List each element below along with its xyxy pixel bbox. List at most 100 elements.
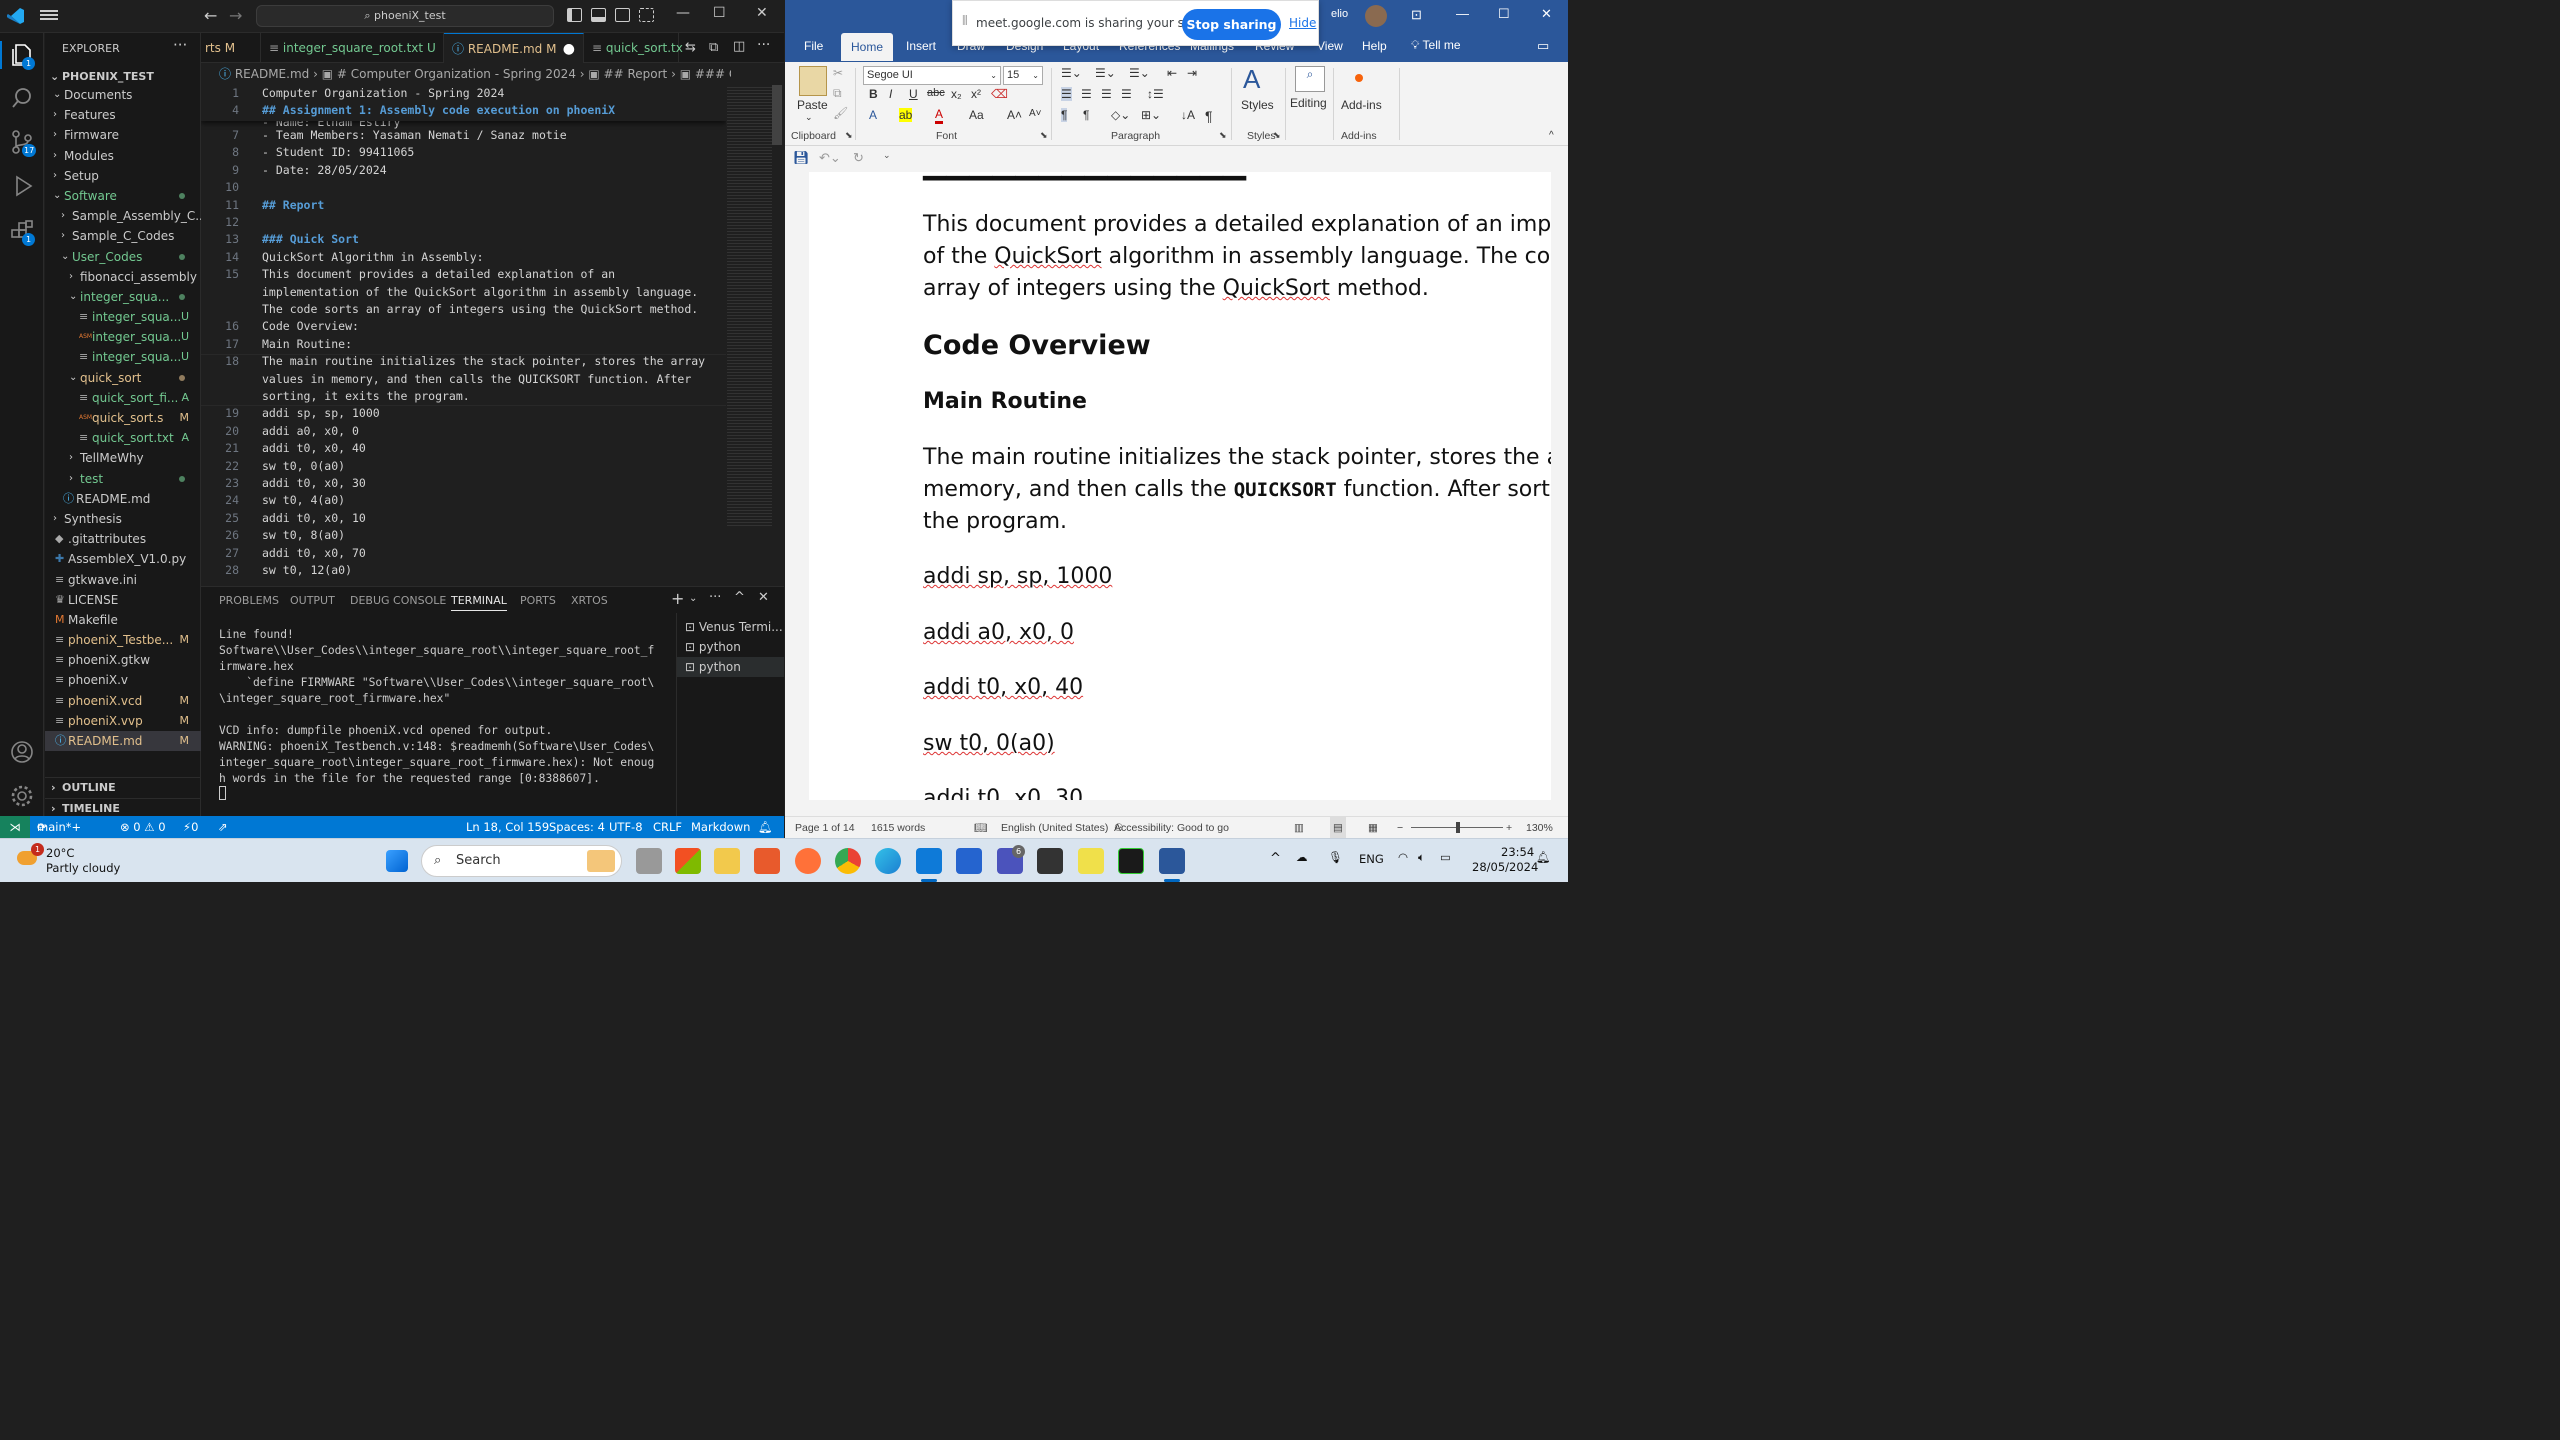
tree-item[interactable]: › Setup [45,166,201,186]
unity-icon[interactable] [1037,848,1063,874]
start-windows-icon[interactable] [386,850,408,872]
comments-icon[interactable]: ▭ [1537,38,1549,54]
code-line[interactable]: addi t0, x0, 70 [262,546,366,560]
remote-icon[interactable]: ⋊ [0,816,30,838]
clear-formatting-icon[interactable]: ⌫ [991,87,1008,101]
zoom-out-icon[interactable]: − [1397,817,1403,838]
tree-item[interactable]: › Sample_C_Codes [45,226,201,246]
close-icon[interactable]: ✕ [756,5,768,21]
vscode-taskbar-icon[interactable] [916,848,942,874]
weather-temp[interactable]: 20°C [46,846,74,860]
code-line[interactable]: addi t0, x0, 40 [262,441,366,455]
dialog-launcher-icon[interactable]: ⬊ [1273,130,1281,141]
edge-icon[interactable] [875,848,901,874]
ribbon-tab-insert[interactable]: Insert [906,39,936,53]
firefox-icon[interactable] [795,848,821,874]
terminal-item[interactable]: ⊡ python [677,637,784,657]
avatar[interactable] [1365,5,1387,27]
taskbar-search[interactable]: ⌕ Search [421,845,622,877]
web-layout-icon[interactable]: ▦ [1368,817,1378,838]
more-actions-icon[interactable]: ··· [757,37,770,53]
todo-icon[interactable] [956,848,982,874]
volume-icon[interactable]: 🔈︎ [1418,850,1425,865]
toggle-primary-sidebar-icon[interactable] [567,8,582,22]
minimize-icon[interactable]: — [1456,6,1469,21]
numbering-icon[interactable]: ☰⌄ [1095,66,1116,80]
problems-status[interactable]: ⊗ 0 ⚠ 0 [120,816,166,838]
zoom-in-icon[interactable]: + [1506,817,1512,838]
highlight-icon[interactable]: ab [899,108,913,122]
tree-item[interactable]: › Sample_Assembly_C... [45,206,201,226]
terminal-output[interactable]: Line found! Software\\User_Codes\\intege… [219,627,659,787]
font-name-select[interactable]: Segoe UI ⌄ [863,66,1001,85]
code-line[interactable]: ## Report [262,198,324,212]
tree-item[interactable]: ≡ phoeniX.vvp M [45,711,201,731]
code-line[interactable]: Code Overview: [262,319,359,333]
font-size-select[interactable]: 15 ⌄ [1003,66,1043,85]
ltr-icon[interactable]: ¶ [1061,108,1068,122]
tree-item[interactable]: ⌄ Documents [45,85,201,105]
document-canvas[interactable]: ▁▁▁▁▁▁▁▁▁▁▁▁▁▁ This document provides a … [809,172,1551,800]
more-actions-icon[interactable]: ··· [709,590,721,605]
code-line[interactable]: - Date: 28/05/2024 [262,163,387,177]
rtl-icon[interactable]: ¶ [1083,108,1089,122]
panel-tab-ports[interactable]: PORTS [520,594,556,607]
breadcrumb-item[interactable]: README.md [235,67,309,81]
tree-item[interactable]: › Firmware [45,125,201,145]
dialog-launcher-icon[interactable]: ⬊ [845,130,853,141]
indentation-status[interactable]: Spaces: 4 [549,816,605,838]
minimize-icon[interactable]: — [676,5,690,21]
code-line[interactable]: Computer Organization - Spring 2024 [262,86,504,100]
breadcrumb-item[interactable]: # Computer Organization - Spring 2024 [337,67,576,81]
superscript-icon[interactable]: x² [971,87,981,101]
panel-tab-terminal[interactable]: TERMINAL [451,594,507,611]
tree-item[interactable]: ⓘ README.md [45,489,201,509]
run-debug-icon[interactable] [9,173,35,199]
language-status[interactable]: English (United States) [1001,817,1108,838]
clock-time[interactable]: 23:54 [1501,845,1534,859]
ribbon-tab-help[interactable]: Help [1362,39,1387,53]
editor-scrollbar[interactable] [772,85,782,582]
grow-font-icon[interactable]: A˄ [1007,108,1022,122]
tree-item[interactable]: › Synthesis [45,509,201,529]
panel-tab-debug-console[interactable]: DEBUG CONSOLE [350,594,446,607]
code-line[interactable]: The code sorts an array of integers usin… [262,302,698,316]
text-effects-icon[interactable]: A [869,108,877,122]
project-header[interactable]: ⌄ PHOENIX_TEST [45,67,201,87]
tree-item[interactable]: ♛ LICENSE [45,590,201,610]
panel-tab-xrtos[interactable]: XRTOS [571,594,608,607]
user-name[interactable]: elio [1331,8,1348,20]
code-line[interactable]: ### Quick Sort [262,232,359,246]
ports-status[interactable]: ⚡0 [183,816,198,838]
compare-changes-icon[interactable]: ⇆ [685,40,696,55]
notifications-bell-icon[interactable]: 🔔︎ [758,816,773,838]
tree-item[interactable]: ⌄ quick_sort [45,368,201,388]
code-line[interactable]: addi sp, sp, 1000 [262,406,380,420]
notes-icon[interactable] [1078,848,1104,874]
file-explorer-icon[interactable] [714,848,740,874]
toggle-panel-icon[interactable] [591,8,606,22]
undo-icon[interactable]: ↶⌄ [819,150,841,166]
matlab-icon[interactable] [754,848,780,874]
paste-icon[interactable] [799,66,827,96]
hide-link[interactable]: Hide [1289,16,1316,30]
tree-item[interactable]: ≡ phoeniX.vcd M [45,691,201,711]
tree-item[interactable]: ≡ phoeniX.v [45,670,201,690]
code-line[interactable]: QuickSort Algorithm in Assembly: [262,250,484,264]
close-panel-icon[interactable]: ✕ [758,590,769,605]
chevron-down-icon[interactable]: ⌄ [689,593,697,604]
tree-item[interactable]: ✚ AssembleX_V1.0.py [45,549,201,569]
breadcrumb-item[interactable]: ## Report [604,67,668,81]
page-count[interactable]: Page 1 of 14 [795,817,855,838]
timeline-section[interactable]: › TIMELINE [45,798,201,818]
code-line[interactable]: - Student ID: 99411065 [262,145,414,159]
split-editor-icon[interactable]: ◫ [733,39,745,54]
tree-item[interactable]: ASM integer_squa... U [45,327,201,347]
code-line[interactable]: sw t0, 0(a0) [262,459,345,473]
italic-icon[interactable]: I [889,87,892,101]
code-line[interactable]: sw t0, 8(a0) [262,528,345,542]
minimap[interactable] [727,85,772,527]
increase-indent-icon[interactable]: ⇥ [1187,66,1197,80]
code-line[interactable]: sw t0, 12(a0) [262,563,352,577]
customize-toolbar-icon[interactable]: ⌄ [883,150,891,161]
